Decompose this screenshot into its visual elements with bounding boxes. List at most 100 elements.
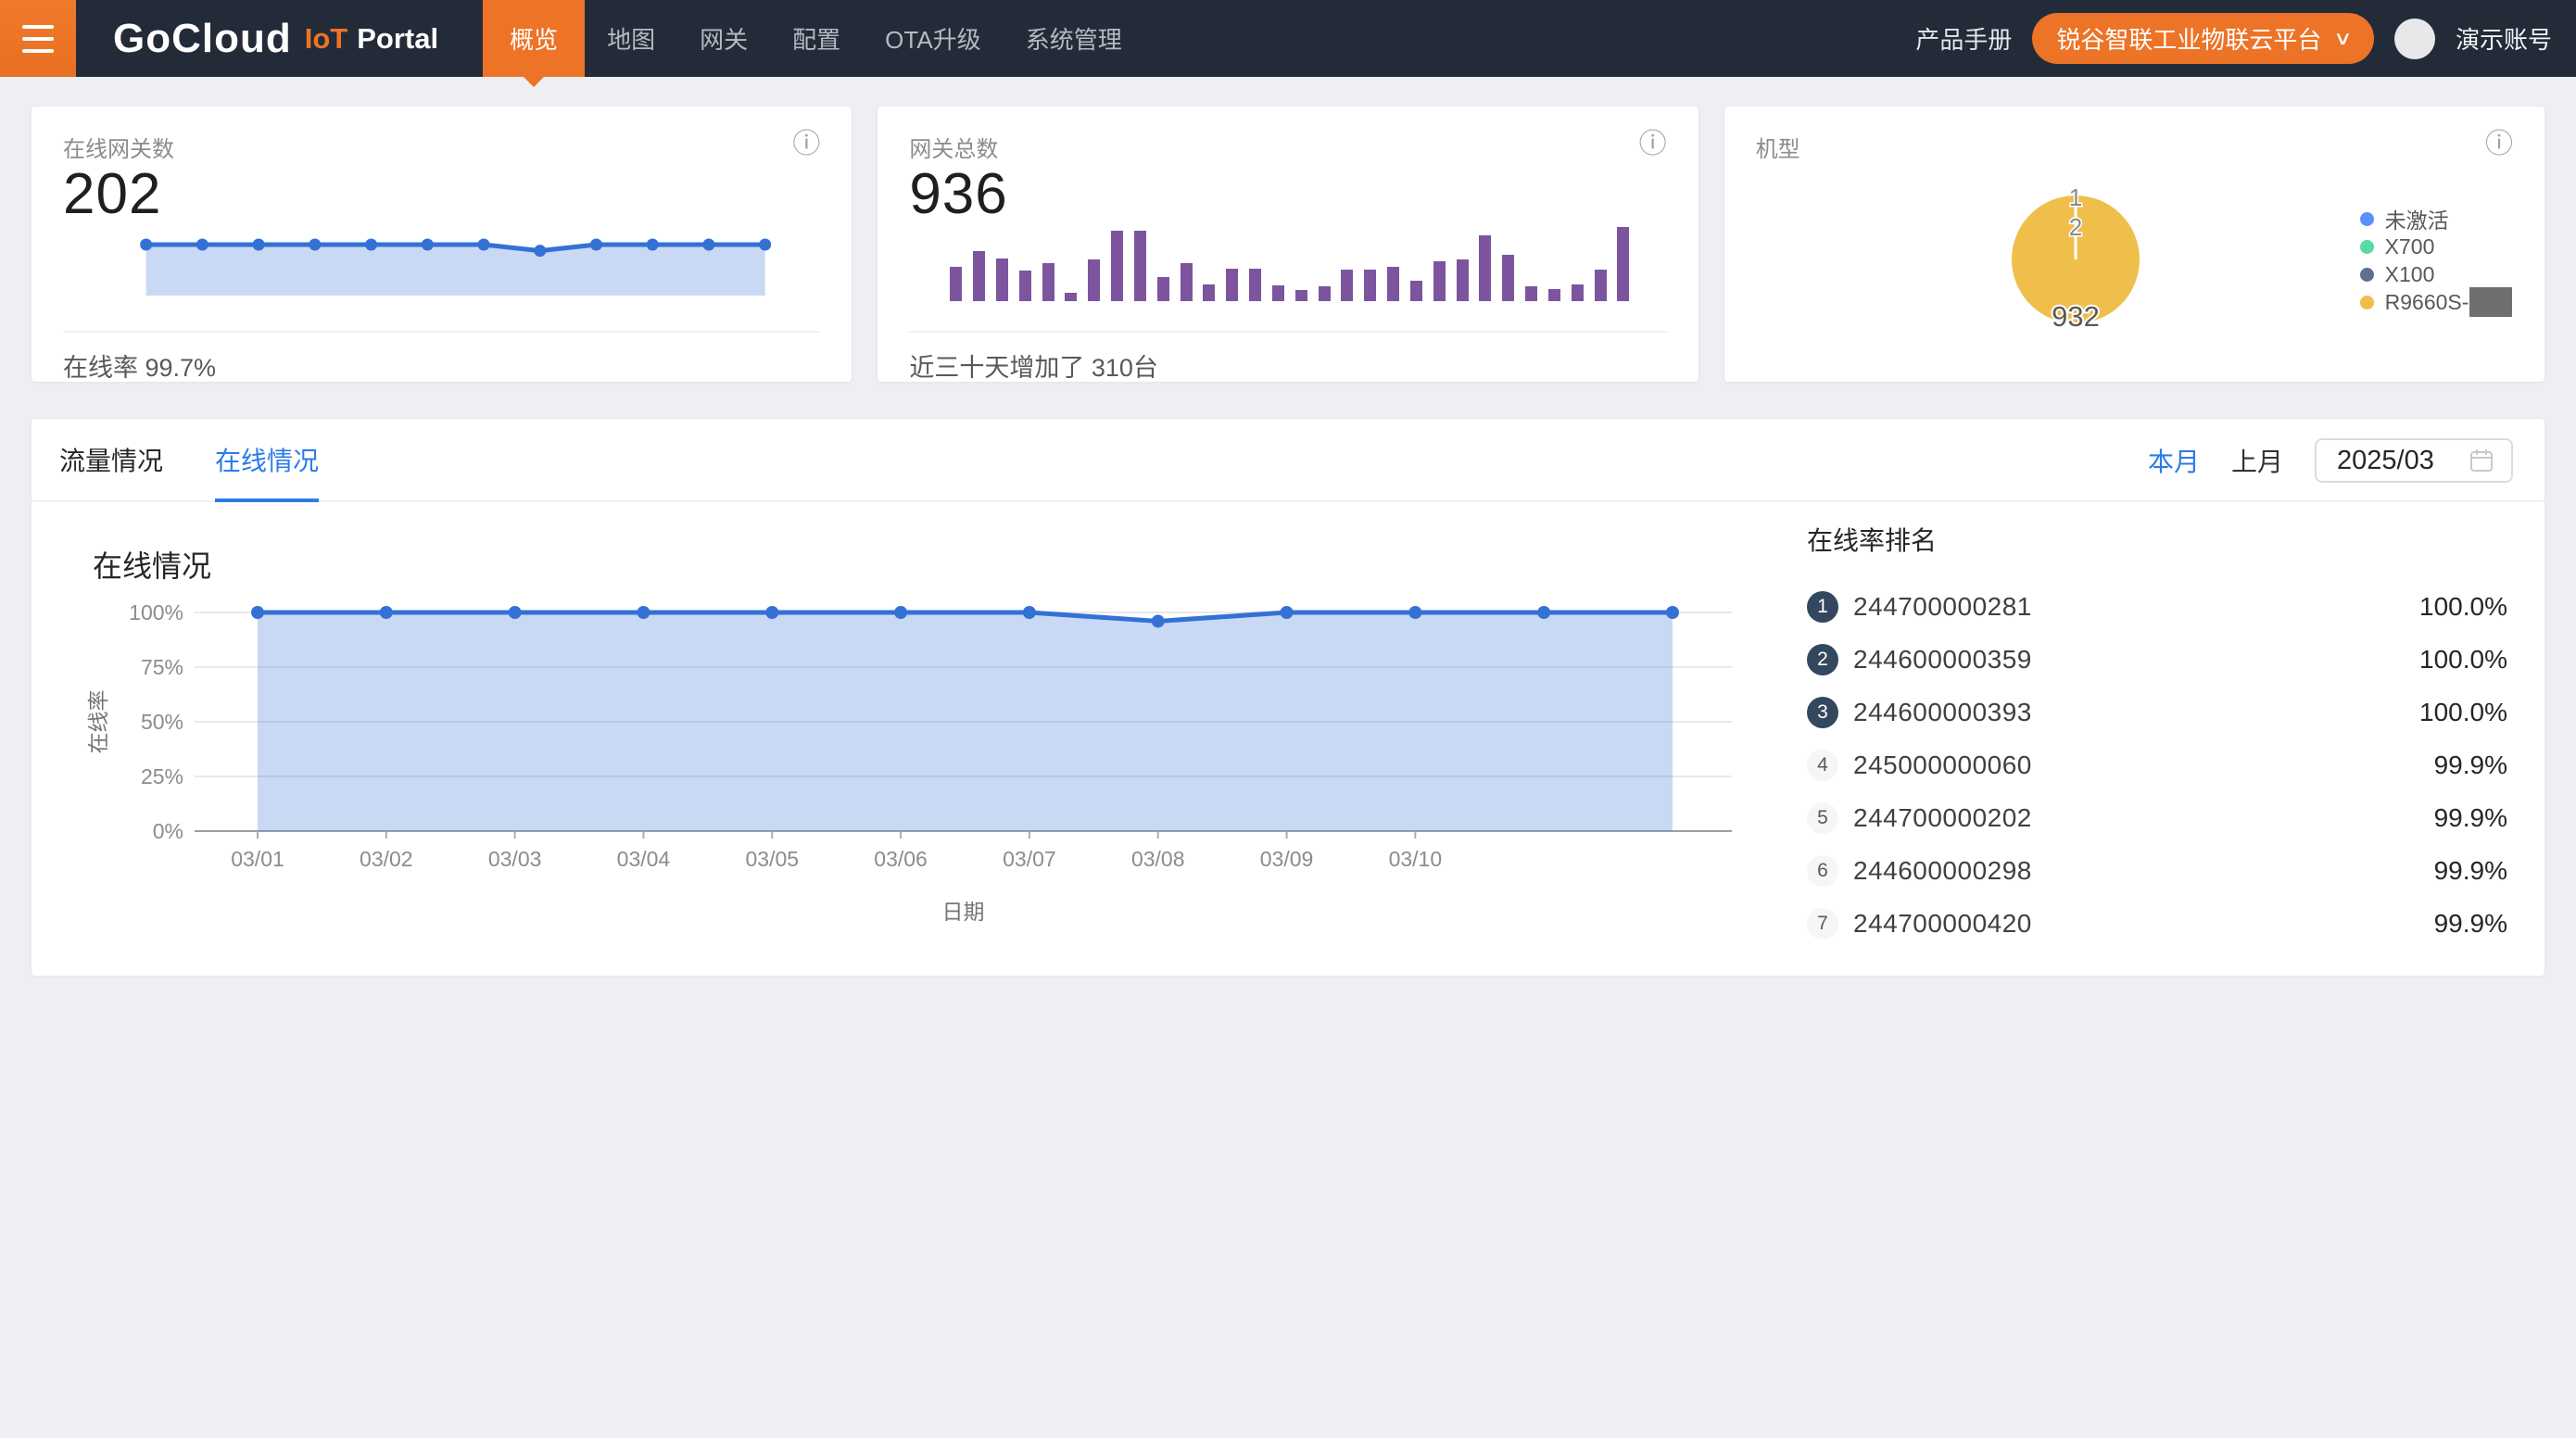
legend-dot (2360, 268, 2374, 282)
info-icon[interactable]: ⓘ (2485, 131, 2513, 158)
svg-text:在线率: 在线率 (86, 690, 110, 754)
online-rate-footer: 在线率 99.7% (63, 347, 820, 384)
total-gateways-title: 网关总数 (909, 131, 998, 163)
tab-流量情况[interactable]: 流量情况 (59, 419, 163, 500)
divider (909, 331, 1666, 333)
ranking-row: 3244600000393100.0% (1807, 686, 2507, 738)
mini-bar (1617, 227, 1629, 301)
online-rate-value: 100.0% (2419, 645, 2507, 675)
svg-text:25%: 25% (141, 764, 183, 788)
rank-badge: 4 (1807, 750, 1838, 781)
mini-bar (1410, 281, 1422, 301)
online-rate-value: 99.9% (2434, 803, 2507, 833)
legend-dot (2360, 212, 2374, 226)
platform-selector-button[interactable]: 锐谷智联工业物联云平台 ∨ (2032, 13, 2374, 64)
period-controls: 本月 上月 2025/03 (2148, 419, 2513, 502)
mini-bar (1272, 285, 1284, 301)
mini-bar (1065, 293, 1077, 301)
brand-logo: GoCloud IoT Portal (113, 0, 438, 77)
mini-bar (1479, 235, 1491, 301)
device-serial: 244700000202 (1853, 803, 2032, 833)
device-serial: 244700000281 (1853, 592, 2032, 622)
ranking-row: 2244600000359100.0% (1807, 633, 2507, 686)
month-picker-value: 2025/03 (2337, 446, 2434, 476)
mini-bar (1249, 269, 1261, 301)
nav-item-地图[interactable]: 地图 (585, 0, 677, 77)
nav-item-配置[interactable]: 配置 (770, 0, 863, 77)
online-gateways-card: 在线网关数 ⓘ 202 在线率 99.7% (32, 107, 852, 382)
hamburger-menu-icon[interactable] (0, 0, 76, 77)
legend-item-R9660S-[interactable]: R9660S- (2360, 288, 2513, 316)
mini-bar (1295, 290, 1307, 301)
mini-bar (1502, 255, 1514, 301)
nav-item-系统管理[interactable]: 系统管理 (1004, 0, 1144, 77)
mini-bar (973, 251, 985, 301)
svg-text:03/02: 03/02 (360, 847, 413, 871)
month-picker-input[interactable]: 2025/03 (2315, 438, 2513, 483)
redacted-label-box (2469, 287, 2512, 317)
nav-item-概览[interactable]: 概览 (483, 0, 585, 77)
mini-bar (1088, 259, 1100, 301)
online-gateways-sparkline (119, 240, 792, 296)
device-serial: 244600000393 (1853, 698, 2032, 727)
mini-bar (950, 267, 962, 301)
svg-text:50%: 50% (141, 710, 183, 734)
total-gateways-value: 936 (909, 162, 1666, 227)
tab-在线情况[interactable]: 在线情况 (215, 419, 319, 500)
mini-bar (1433, 261, 1446, 301)
legend-item-未激活[interactable]: 未激活 (2360, 205, 2513, 233)
ranking-list: 1244700000281100.0%2244600000359100.0%32… (1807, 580, 2507, 950)
nav-item-OTA升级[interactable]: OTA升级 (863, 0, 1004, 77)
svg-text:03/07: 03/07 (1003, 847, 1056, 871)
section-tabs: 流量情况在线情况 (59, 419, 371, 500)
mini-bar (1319, 286, 1331, 301)
main-nav-menu: 概览地图网关配置OTA升级系统管理 (483, 0, 1144, 77)
product-manual-link[interactable]: 产品手册 (1915, 21, 2012, 56)
svg-text:100%: 100% (129, 600, 183, 624)
svg-text:03/01: 03/01 (231, 847, 284, 871)
info-icon[interactable]: ⓘ (792, 131, 820, 158)
rank-badge: 6 (1807, 855, 1838, 887)
ranking-row: 724470000042099.9% (1807, 897, 2507, 950)
mini-bar (1134, 231, 1146, 301)
platform-selector-label: 锐谷智联工业物联云平台 (2056, 21, 2321, 56)
nav-item-网关[interactable]: 网关 (677, 0, 770, 77)
mini-bar (1595, 270, 1607, 301)
mini-bar (1019, 271, 1031, 301)
online-rate-value: 100.0% (2419, 698, 2507, 727)
ranking-row: 4 245000000060 99.9% (1807, 738, 2507, 791)
online-status-section: 流量情况在线情况 本月 上月 2025/03 在线情况 100%75%50%25… (32, 419, 2544, 976)
mini-bar (1181, 263, 1193, 301)
total-gateways-footer: 近三十天增加了 310台 (909, 347, 1666, 384)
brand-accent: IoT (305, 22, 348, 56)
total-gateways-card: 网关总数 ⓘ 936 近三十天增加了 310台 (878, 107, 1698, 382)
svg-text:932: 932 (2052, 300, 2100, 333)
mini-bar (1157, 277, 1169, 301)
avatar[interactable] (2394, 19, 2435, 59)
online-rate-value: 99.9% (2434, 751, 2507, 780)
brand-main: GoCloud (113, 16, 292, 62)
svg-text:03/06: 03/06 (874, 847, 928, 871)
rank-badge: 7 (1807, 908, 1838, 940)
svg-text:03/10: 03/10 (1389, 847, 1443, 871)
info-icon[interactable]: ⓘ (1639, 131, 1667, 158)
legend-label: R9660S- (2385, 290, 2469, 315)
account-name: 演示账号 (2456, 21, 2552, 56)
legend-item-X700[interactable]: X700 (2360, 233, 2513, 260)
period-last-month-button[interactable]: 上月 (2231, 442, 2283, 479)
divider (63, 331, 820, 333)
svg-text:03/03: 03/03 (488, 847, 542, 871)
svg-text:03/04: 03/04 (617, 847, 671, 871)
brand-suffix: Portal (357, 22, 438, 56)
online-rate-chart: 100%75%50%25%0%03/0103/0203/0303/0403/05… (59, 558, 1736, 947)
legend-item-X100[interactable]: X100 (2360, 260, 2513, 288)
mini-bar (1203, 284, 1215, 301)
mini-bar (1572, 284, 1584, 301)
period-this-month-button[interactable]: 本月 (2148, 442, 2200, 479)
svg-text:1: 1 (2068, 183, 2081, 211)
device-serial: 245000000060 (1853, 751, 2032, 780)
legend-label: X100 (2385, 262, 2435, 287)
models-title: 机型 (1756, 131, 1800, 163)
models-pie-chart: 12 932 (1974, 158, 2178, 361)
svg-text:2: 2 (2068, 213, 2081, 241)
